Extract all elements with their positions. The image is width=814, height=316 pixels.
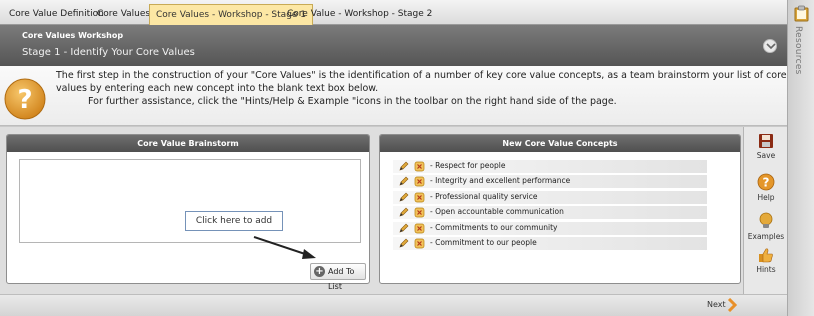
floppy-disk-icon [759, 134, 773, 148]
hints-label: Hints [756, 265, 776, 274]
concept-text: - Professional quality service [430, 191, 538, 201]
brainstorm-panel-title: Core Value Brainstorm [7, 135, 369, 152]
examples-button[interactable]: Examples [744, 212, 788, 241]
save-label: Save [756, 151, 776, 160]
stage-title: Stage 1 - Identify Your Core Values [22, 47, 195, 58]
clipboard-icon [794, 5, 809, 22]
hints-button[interactable]: Hints [744, 247, 788, 274]
workshop-header: Core Values Workshop Stage 1 - Identify … [0, 25, 787, 66]
save-button[interactable]: Save [744, 133, 788, 160]
concept-row: - Respect for people [393, 160, 707, 173]
instruction-line-1: The first step in the construction of yo… [56, 70, 787, 81]
add-to-list-button[interactable]: + Add To List [310, 263, 366, 291]
help-icon: ? [757, 173, 775, 191]
question-mark-icon: ? [4, 78, 46, 120]
plus-icon: + [314, 266, 325, 277]
concept-text: - Commitment to our people [430, 237, 537, 247]
concept-row: - Integrity and excellent performance [393, 175, 707, 189]
lightbulb-icon [759, 212, 773, 228]
concept-row: - Open accountable communication [393, 206, 707, 220]
edit-pencil-icon[interactable] [398, 176, 409, 187]
instruction-line-2: values by entering each new concept into… [56, 83, 379, 94]
tab-bar: Core Value Definition Core Values Core V… [0, 0, 787, 25]
tab-core-values[interactable]: Core Values [91, 4, 156, 25]
examples-label: Examples [747, 232, 785, 241]
concept-text: - Integrity and excellent performance [430, 176, 571, 186]
next-label[interactable]: Next [707, 300, 726, 309]
edit-pencil-icon[interactable] [398, 207, 409, 218]
edit-pencil-icon[interactable] [398, 192, 409, 203]
resources-panel[interactable]: Resources [787, 0, 814, 316]
collapse-button[interactable] [763, 39, 777, 53]
tab-workshop-stage-2[interactable]: Core Value - Workshop - Stage 2 [281, 4, 438, 25]
chevron-right-icon[interactable] [726, 298, 738, 312]
right-toolbar: Save ? Help Examples Hints [743, 127, 787, 294]
chevron-down-icon [766, 43, 776, 50]
concepts-panel-title: New Core Value Concepts [380, 135, 740, 152]
delete-icon[interactable] [414, 207, 425, 218]
help-button[interactable]: ? Help [744, 173, 788, 202]
add-to-list-label: Add To List [328, 267, 355, 291]
svg-text:?: ? [17, 85, 32, 115]
concept-row: - Commitment to our people [393, 236, 707, 250]
edit-pencil-icon[interactable] [398, 223, 409, 234]
svg-text:?: ? [763, 176, 770, 190]
delete-icon[interactable] [414, 176, 425, 187]
thumbs-up-icon [759, 248, 773, 263]
delete-icon[interactable] [414, 238, 425, 249]
instructions: ? The first step in the construction of … [0, 66, 787, 126]
concept-row: - Professional quality service [393, 190, 707, 204]
concept-text: - Commitments to our community [430, 222, 558, 232]
concepts-list: - Respect for people - Integrity and exc… [393, 160, 707, 252]
edit-pencil-icon[interactable] [398, 238, 409, 249]
resources-label: Resources [793, 26, 803, 75]
workshop-title: Core Values Workshop [22, 31, 124, 40]
concept-text: - Respect for people [430, 161, 506, 170]
delete-icon[interactable] [414, 223, 425, 234]
delete-icon[interactable] [414, 161, 425, 172]
click-here-callout: Click here to add [185, 211, 283, 231]
footer: Next [0, 294, 787, 316]
concept-row: - Commitments to our community [393, 221, 707, 235]
help-label: Help [757, 193, 775, 202]
arrow-icon [253, 236, 316, 259]
edit-pencil-icon[interactable] [398, 161, 409, 172]
delete-icon[interactable] [414, 192, 425, 203]
concept-text: - Open accountable communication [430, 207, 564, 217]
instruction-line-3: For further assistance, click the "Hints… [88, 96, 617, 107]
